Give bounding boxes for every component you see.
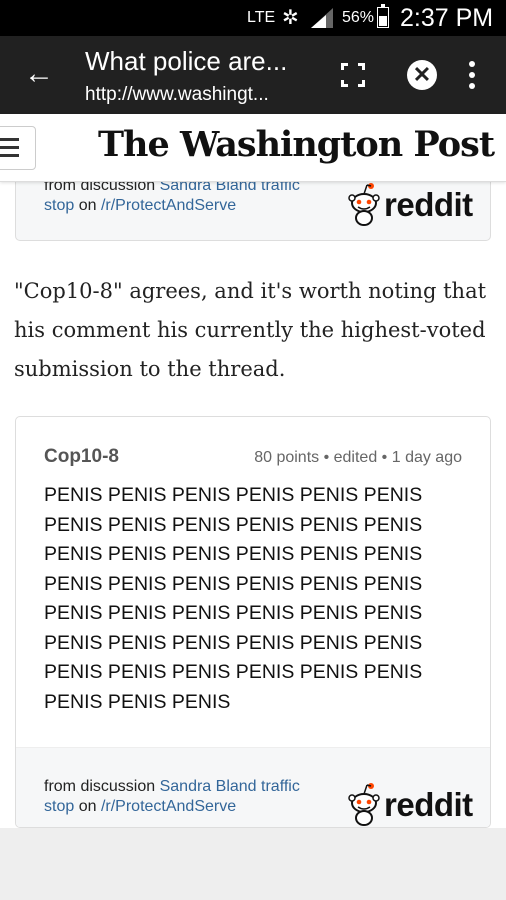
comment-author[interactable]: Cop10-8 [44,446,119,468]
embed-footer: from discussion Sandra Bland traffic sto… [16,747,490,827]
on-text: on [78,197,97,214]
article-paragraph: "Cop10-8" agrees, and it's worth noting … [14,279,487,381]
clock: 2:37 PM [400,4,494,32]
sync-icon: ✲ [282,7,299,29]
reddit-logo[interactable]: reddit [347,182,477,228]
embed-source-line: from discussion Sandra Bland traffic sto… [44,176,334,216]
network-type: LTE [247,9,276,26]
close-icon[interactable]: ✕ [407,60,437,90]
snoo-icon [348,183,380,226]
reddit-comment-embed: Cop10-8 80 points • edited • 1 day ago P… [15,416,491,828]
battery-icon [377,4,389,28]
page-url[interactable]: http://www.washingt... [85,84,325,106]
page-bottom-area [0,828,506,900]
snoo-icon [348,783,380,826]
comment-meta: 80 points • edited • 1 day ago [254,449,462,466]
fullscreen-icon[interactable] [341,63,365,87]
site-header: The Washington Post [0,114,506,182]
browser-toolbar: ← What police are... http://www.washingt… [0,36,506,114]
embed-source-line: from discussion Sandra Bland traffic sto… [44,777,334,817]
signal-icon [311,8,333,28]
status-bar: LTE ✲ 56% 2:37 PM [0,0,506,36]
washington-post-logo[interactable]: The Washington Post [98,124,495,165]
comment-body: PENIS PENIS PENIS PENIS PENIS PENIS PENI… [44,484,423,713]
reddit-logo[interactable]: reddit [347,782,477,827]
subreddit-link[interactable]: /r/ProtectAndServe [101,197,236,214]
reddit-wordmark: reddit [384,786,473,823]
more-vert-icon[interactable] [462,58,482,92]
page-title: What police are... [85,46,288,76]
reddit-wordmark: reddit [384,186,473,223]
from-text: from discussion [44,778,156,795]
on-text: on [78,798,97,815]
subreddit-link[interactable]: /r/ProtectAndServe [101,798,236,815]
hamburger-menu-icon[interactable] [0,126,36,170]
back-arrow-icon[interactable]: ← [22,58,56,92]
battery-percent: 56% [342,9,375,26]
